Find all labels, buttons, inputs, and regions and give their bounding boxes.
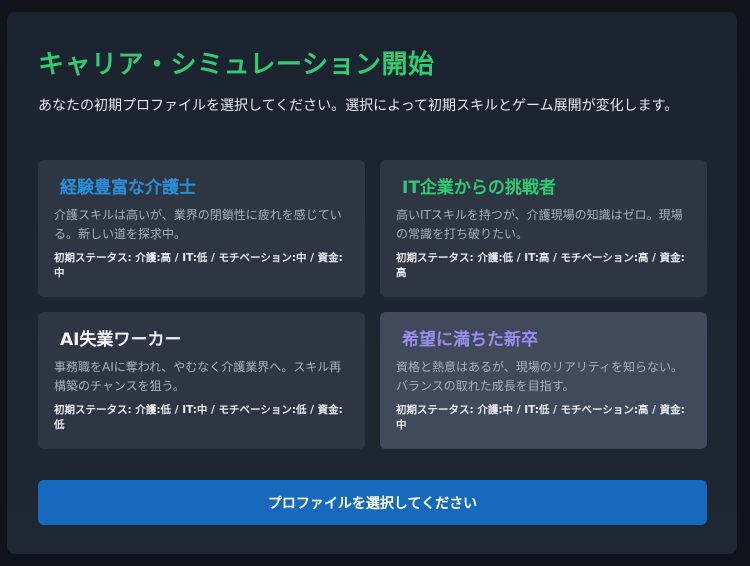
profile-card-experienced-caregiver[interactable]: 経験豊富な介護士 介護スキルは高いが、業界の閉鎖性に疲れを感じている。新しい道を… <box>38 160 365 297</box>
simulation-start-panel: キャリア・シミュレーション開始 あなたの初期プロファイルを選択してください。選択… <box>7 12 737 554</box>
page-title: キャリア・シミュレーション開始 <box>38 50 435 80</box>
profile-card-new-graduate[interactable]: 希望に満ちた新卒 資格と熱意はあるが、現場のリアリティを知らない。バランスの取れ… <box>380 312 707 449</box>
intro-text: あなたの初期プロファイルを選択してください。選択によって初期スキルとゲーム展開が… <box>38 98 679 114</box>
profile-card-description: 事務職をAIに奪われ、やむなく介護業界へ。スキル再構築のチャンスを狙う。 <box>54 360 342 393</box>
profile-card-description: 介護スキルは高いが、業界の閉鎖性に疲れを感じている。新しい道を探求中。 <box>54 208 342 241</box>
profile-card-stats: 初期ステータス: 介護:低 / IT:中 / モチベーション:低 / 資金:低 <box>54 404 343 431</box>
profile-card-title: AI失業ワーカー <box>60 330 182 350</box>
profile-card-stats: 初期ステータス: 介護:高 / IT:低 / モチベーション:中 / 資金:中 <box>54 252 343 279</box>
profile-card-description: 高いITスキルを持つが、介護現場の知識はゼロ。現場の常識を打ち破りたい。 <box>396 208 683 241</box>
profile-card-description: 資格と熱意はあるが、現場のリアリティを知らない。バランスの取れた成長を目指す。 <box>396 360 684 393</box>
profile-card-title: 希望に満ちた新卒 <box>402 330 538 350</box>
profile-card-stats: 初期ステータス: 介護:低 / IT:高 / モチベーション:高 / 資金:高 <box>396 252 685 279</box>
profile-card-title: IT企業からの挑戦者 <box>402 178 556 198</box>
profile-card-stats: 初期ステータス: 介護:中 / IT:低 / モチベーション:高 / 資金:中 <box>396 404 685 431</box>
profile-card-title: 経験豊富な介護士 <box>60 178 196 198</box>
profile-card-it-challenger[interactable]: IT企業からの挑戦者 高いITスキルを持つが、介護現場の知識はゼロ。現場の常識を… <box>380 160 707 297</box>
select-profile-button[interactable]: プロファイルを選択してください <box>38 480 707 525</box>
profile-card-ai-displaced-worker[interactable]: AI失業ワーカー 事務職をAIに奪われ、やむなく介護業界へ。スキル再構築のチャン… <box>38 312 365 449</box>
